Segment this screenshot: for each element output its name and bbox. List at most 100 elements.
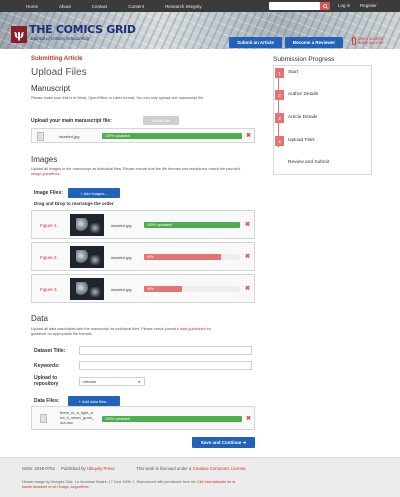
data-files-label: Data Files:	[34, 398, 60, 404]
progress-step-article-details[interactable]: 3 Article Details	[273, 111, 372, 133]
manuscript-description: Please make sure this is in Word, OpenOf…	[31, 96, 205, 100]
nav-links: Home About Contact Content Research Inte…	[26, 4, 223, 9]
delete-icon[interactable]: ✖	[246, 133, 251, 139]
figure-progress-fill: 40%	[144, 286, 183, 292]
figure-thumbnail	[70, 214, 104, 236]
search-input[interactable]	[269, 2, 320, 10]
data-file-name: there_is_a_light_a nd_it_never_goes_ out…	[60, 410, 95, 425]
delete-icon[interactable]: ✖	[246, 416, 251, 422]
nav-home-link[interactable]: Home	[26, 4, 38, 9]
license-link[interactable]: Creative Commons License	[193, 466, 246, 471]
journal-title[interactable]: THE COMICS GRID	[29, 23, 136, 36]
license: This work is licensed under a Creative C…	[136, 466, 247, 471]
images-heading: Images	[31, 155, 58, 164]
figure-row[interactable]: Figure 2. imasted.jpg 80% ✖	[31, 242, 255, 271]
chevron-down-icon: ▼	[137, 380, 141, 384]
delete-icon[interactable]: ✖	[245, 286, 250, 292]
manuscript-file-card: imasted.jpg 100% uploaded! ✖	[31, 128, 255, 143]
figure-label: Figure 3.	[40, 287, 58, 292]
file-icon	[40, 414, 47, 423]
journal-logo[interactable]: ψ	[11, 26, 27, 43]
figure-thumbnail	[70, 246, 104, 268]
image-guidelines-link[interactable]: image guidelines	[31, 172, 60, 176]
nav-research-integrity-link[interactable]: Research Integrity	[165, 4, 202, 9]
delete-icon[interactable]: ✖	[245, 254, 250, 260]
dataset-title-label: Dataset Title:	[34, 348, 66, 354]
figure-label: Figure 2.	[40, 255, 58, 260]
open-access-icon	[352, 37, 356, 45]
dataset-title-input[interactable]	[79, 346, 252, 355]
images-description: Upload all images in the manuscript as i…	[31, 167, 241, 176]
manuscript-file-label: Upload your main manuscript file:	[31, 118, 112, 124]
header-banner: ψ THE COMICS GRID Journal of comics scho…	[0, 12, 400, 49]
data-description: Upload all data associated with the manu…	[31, 327, 211, 336]
figure-progress-bar: 40%	[144, 286, 240, 292]
search-icon	[322, 3, 328, 9]
step-name: Author Details	[288, 92, 319, 97]
top-nav: Home About Contact Content Research Inte…	[0, 0, 400, 12]
nav-about-link[interactable]: About	[59, 4, 71, 9]
section-title: Submitting Article	[31, 56, 83, 62]
upload-repository-label: Upload to repository	[34, 375, 59, 387]
step-name: Review and Submit	[288, 160, 330, 165]
keywords-input[interactable]	[79, 361, 252, 370]
figure-label: Figure 1.	[40, 223, 58, 228]
file-icon	[37, 132, 44, 141]
keywords-label: Keywords:	[34, 363, 60, 369]
manuscript-file-name: imasted.jpg	[59, 134, 80, 139]
submission-progress-title: Submission Progress	[273, 56, 335, 63]
step-number: 1	[275, 68, 284, 78]
image-files-label: Image Files:	[34, 190, 63, 196]
manuscript-heading: Manuscript	[31, 84, 71, 93]
footer: ISSN: 2048-0792 Published by Ubiquity Pr…	[0, 457, 400, 497]
figure-row[interactable]: Figure 1. imasted.jpg 100% uploaded! ✖	[31, 210, 255, 239]
figure-file-name: imasted.jpg	[111, 255, 132, 260]
progress-step-upload-files[interactable]: 4 Upload Files	[273, 134, 372, 156]
step-name: Upload Files	[288, 138, 315, 143]
figure-thumbnail	[70, 278, 104, 300]
step-number: 2	[275, 90, 284, 100]
search-button[interactable]	[320, 2, 330, 10]
nav-contact-link[interactable]: Contact	[92, 4, 108, 9]
save-and-continue-button[interactable]: Save and Continue ➜	[192, 437, 255, 448]
add-images-button[interactable]: + Add images...	[68, 188, 120, 198]
figure-progress-bar: 100% uploaded!	[144, 222, 240, 228]
become-reviewer-button[interactable]: Become a Reviewer	[285, 37, 343, 48]
register-link[interactable]: Register	[360, 3, 377, 8]
progress-step-review-and-submit[interactable]: Review and Submit	[273, 157, 372, 179]
delete-icon[interactable]: ✖	[245, 222, 250, 228]
publisher: Published by Ubiquity Press	[61, 466, 115, 471]
manuscript-progress-bar: 100% uploaded!	[102, 133, 242, 139]
open-access-label: OPEN ACCESS SOME ACCESS	[358, 37, 384, 45]
publisher-link[interactable]: Ubiquity Press	[87, 466, 115, 471]
image-credits: Header image by Georges Ortiz, La Jeunes…	[22, 480, 235, 489]
step-number: 3	[275, 113, 284, 123]
add-data-files-button[interactable]: + Add data files...	[68, 396, 120, 406]
journal-subtitle: Journal of comics scholarship	[30, 36, 90, 41]
progress-step-start[interactable]: 1 Start	[273, 66, 372, 88]
nav-content-link[interactable]: Content	[128, 4, 144, 9]
progress-step-author-details[interactable]: 2 Author Details	[273, 88, 372, 110]
data-file-card: there_is_a_light_a nd_it_never_goes_ out…	[31, 406, 255, 430]
issn: ISSN: 2048-0792	[22, 466, 55, 471]
reorder-note: Drag and Drop to rearrange the order	[34, 201, 114, 206]
repository-selected-value: zebodo	[83, 379, 97, 384]
step-name: Start	[288, 70, 299, 75]
data-progress-bar: 100% uploaded!	[102, 416, 242, 422]
figure-file-name: imasted.jpg	[111, 287, 132, 292]
figure-file-name: imasted.jpg	[111, 223, 132, 228]
data-progress-fill: 100% uploaded!	[102, 416, 242, 422]
step-number: 4	[275, 136, 284, 146]
submit-article-button[interactable]: Submit an Article	[229, 37, 282, 48]
figure-progress-fill: 100% uploaded!	[144, 222, 240, 228]
manuscript-progress-fill: 100% uploaded!	[102, 133, 242, 139]
figure-progress-fill: 80%	[144, 254, 221, 260]
upload-file-button[interactable]: Upload file	[143, 116, 179, 125]
step-name: Article Details	[288, 115, 318, 120]
repository-select[interactable]: zebodo ▼	[79, 377, 145, 386]
figure-row[interactable]: Figure 3. imasted.jpg 40% ✖	[31, 274, 255, 303]
data-heading: Data	[31, 314, 48, 323]
login-link[interactable]: Log in	[338, 3, 350, 8]
data-guidelines-link[interactable]: data guidelines	[180, 327, 206, 331]
page-title: Upload Files	[31, 67, 87, 78]
